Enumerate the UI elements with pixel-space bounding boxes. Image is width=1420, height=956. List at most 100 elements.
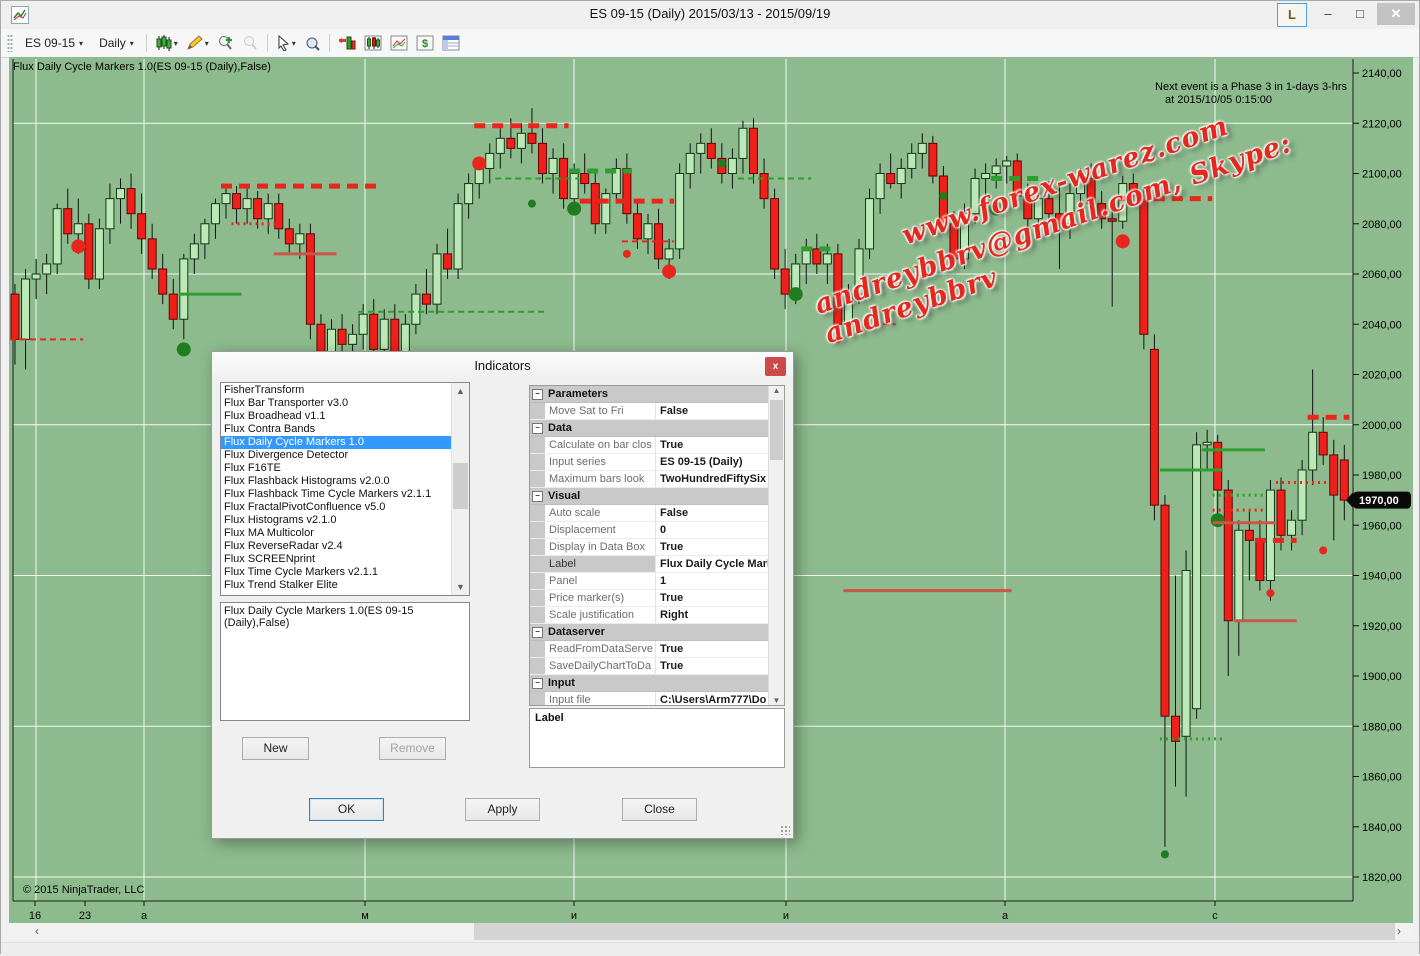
scroll-up-icon[interactable]: ▲ [452, 383, 469, 399]
indicator-list[interactable]: FisherTransformFlux Bar Transporter v3.0… [220, 382, 470, 596]
executions-icon[interactable]: $ [412, 33, 438, 53]
zoom-out-icon[interactable] [238, 33, 263, 53]
collapse-icon[interactable]: − [530, 675, 545, 691]
ok-button[interactable]: OK [309, 798, 384, 821]
property-category-row[interactable]: −Input [530, 675, 769, 692]
mini-chart-icon[interactable] [386, 33, 412, 53]
data-grid-icon[interactable] [438, 33, 464, 53]
dialog-close-action-button[interactable]: Close [622, 798, 697, 821]
bars-panel-icon[interactable] [360, 33, 386, 53]
property-name: Panel [545, 573, 656, 589]
property-row[interactable]: Panel1 [530, 573, 769, 590]
scrollbar-thumb[interactable] [453, 463, 468, 509]
chart-style-icon[interactable]: ▾ [151, 33, 182, 53]
link-button[interactable]: L [1277, 3, 1307, 27]
property-value[interactable]: True [656, 590, 769, 606]
property-value[interactable]: Flux Daily Cycle Mark [656, 556, 769, 572]
collapse-icon[interactable]: − [530, 624, 545, 640]
indicator-list-item[interactable]: Flux ReverseRadar v2.4 [221, 540, 452, 553]
collapse-icon[interactable]: − [530, 420, 545, 436]
indicator-list-item[interactable]: Flux MA Multicolor [221, 527, 452, 540]
property-grid[interactable]: −ParametersMove Sat to FriFalse−DataCalc… [529, 385, 785, 706]
close-button[interactable]: ✕ [1377, 3, 1415, 25]
property-value[interactable]: False [656, 505, 769, 521]
property-row[interactable]: Price marker(s)True [530, 590, 769, 607]
indicator-list-item[interactable]: Flux F16TE [221, 462, 452, 475]
scroll-left-arrow-icon[interactable]: ‹ [27, 923, 47, 940]
property-row[interactable]: SaveDailyChartToDaTrue [530, 658, 769, 675]
property-value[interactable]: 0 [656, 522, 769, 538]
apply-button[interactable]: Apply [465, 798, 540, 821]
indicator-list-item[interactable]: Flux FractalPivotConfluence v5.0 [221, 501, 452, 514]
interval-select[interactable]: Daily▾ [91, 33, 142, 53]
chart-horizontal-scrollbar[interactable]: ‹ › [9, 923, 1413, 940]
indicator-list-item[interactable]: Flux Divergence Detector [221, 449, 452, 462]
cursor-icon[interactable]: ▾ [272, 33, 300, 53]
scrollbar-thumb[interactable] [474, 923, 1395, 940]
property-row[interactable]: Auto scaleFalse [530, 505, 769, 522]
indicator-list-item[interactable]: Flux Flashback Time Cycle Markers v2.1.1 [221, 488, 452, 501]
indicator-list-item[interactable]: Flux Bar Transporter v3.0 [221, 397, 452, 410]
property-row[interactable]: Displacement0 [530, 522, 769, 539]
y-axis-label: 2120,00 [1362, 118, 1402, 130]
property-name: Calculate on bar clos [545, 437, 656, 453]
property-row[interactable]: Scale justificationRight [530, 607, 769, 624]
property-row[interactable]: Display in Data BoxTrue [530, 539, 769, 556]
configured-indicators-list[interactable]: Flux Daily Cycle Markers 1.0(ES 09-15 (D… [220, 602, 470, 721]
property-row[interactable]: Move Sat to FriFalse [530, 403, 769, 420]
x-axis-label: с [1212, 910, 1218, 922]
indicator-list-item[interactable]: Flux Histograms v2.1.0 [221, 514, 452, 527]
maximize-button[interactable]: □ [1345, 3, 1375, 25]
property-value[interactable]: ES 09-15 (Daily) [656, 454, 769, 470]
property-category-row[interactable]: −Visual [530, 488, 769, 505]
new-button[interactable]: New [242, 737, 309, 760]
property-value[interactable]: True [656, 641, 769, 657]
property-value[interactable]: C:\Users\Arm777\Do [656, 692, 769, 706]
draw-tool-icon[interactable]: ▾ [182, 33, 213, 53]
zoom-in-icon[interactable] [213, 33, 238, 53]
indicator-list-item[interactable]: Flux Contra Bands [221, 423, 452, 436]
property-row[interactable]: LabelFlux Daily Cycle Mark [530, 556, 769, 573]
indicator-list-item[interactable]: Flux Broadhead v1.1 [221, 410, 452, 423]
collapse-icon[interactable]: − [530, 386, 545, 402]
property-category-row[interactable]: −Parameters [530, 386, 769, 403]
y-axis-label: 2140,00 [1362, 68, 1402, 80]
property-value[interactable]: False [656, 403, 769, 419]
indicator-list-item[interactable]: Flux Daily Cycle Markers 1.0 [221, 436, 452, 449]
indicator-list-item[interactable]: FisherTransform [221, 384, 452, 397]
y-axis-label: 1820,00 [1362, 872, 1402, 884]
minimize-button[interactable]: – [1313, 3, 1343, 25]
property-value[interactable]: 1 [656, 573, 769, 589]
property-category-row[interactable]: −Dataserver [530, 624, 769, 641]
indicator-list-item[interactable]: Flux SCREENprint [221, 553, 452, 566]
property-row[interactable]: Maximum bars lookTwoHundredFiftySix [530, 471, 769, 488]
dialog-close-button[interactable]: x [765, 357, 786, 376]
property-value[interactable]: True [656, 658, 769, 674]
property-name: Move Sat to Fri [545, 403, 656, 419]
indicator-list-item[interactable]: Flux Time Cycle Markers v2.1.1 [221, 566, 452, 579]
property-value[interactable]: True [656, 539, 769, 555]
dialog-resize-grip[interactable] [780, 825, 790, 835]
indicator-list-item[interactable]: Flux Flashback Histograms v2.0.0 [221, 475, 452, 488]
collapse-icon[interactable]: − [530, 488, 545, 504]
property-value[interactable]: True [656, 437, 769, 453]
property-grid-scrollbar[interactable]: ▲ ▼ [768, 386, 784, 705]
property-value[interactable]: Right [656, 607, 769, 623]
indicator-list-scrollbar[interactable]: ▲ ▼ [451, 383, 469, 595]
configured-indicator-item[interactable]: Flux Daily Cycle Markers 1.0(ES 09-15 (D… [224, 605, 466, 629]
property-row[interactable]: Calculate on bar closTrue [530, 437, 769, 454]
scrollbar-thumb[interactable] [770, 400, 783, 460]
instrument-select[interactable]: ES 09-15▾ [17, 33, 91, 53]
toolbar-grip[interactable] [7, 34, 13, 52]
property-value[interactable]: TwoHundredFiftySix [656, 471, 769, 487]
property-row[interactable]: ReadFromDataServeTrue [530, 641, 769, 658]
indicator-list-item[interactable]: Flux Trend Stalker Elite [221, 579, 452, 592]
scroll-down-icon[interactable]: ▼ [452, 579, 469, 595]
indicators-icon[interactable] [334, 33, 360, 53]
property-row[interactable]: Input seriesES 09-15 (Daily) [530, 454, 769, 471]
property-row[interactable]: Input fileC:\Users\Arm777\Do [530, 692, 769, 706]
dialog-title-bar[interactable]: Indicators x [212, 352, 793, 379]
scroll-right-arrow-icon[interactable]: › [1389, 923, 1409, 940]
region-zoom-icon[interactable] [300, 33, 325, 53]
property-category-row[interactable]: −Data [530, 420, 769, 437]
